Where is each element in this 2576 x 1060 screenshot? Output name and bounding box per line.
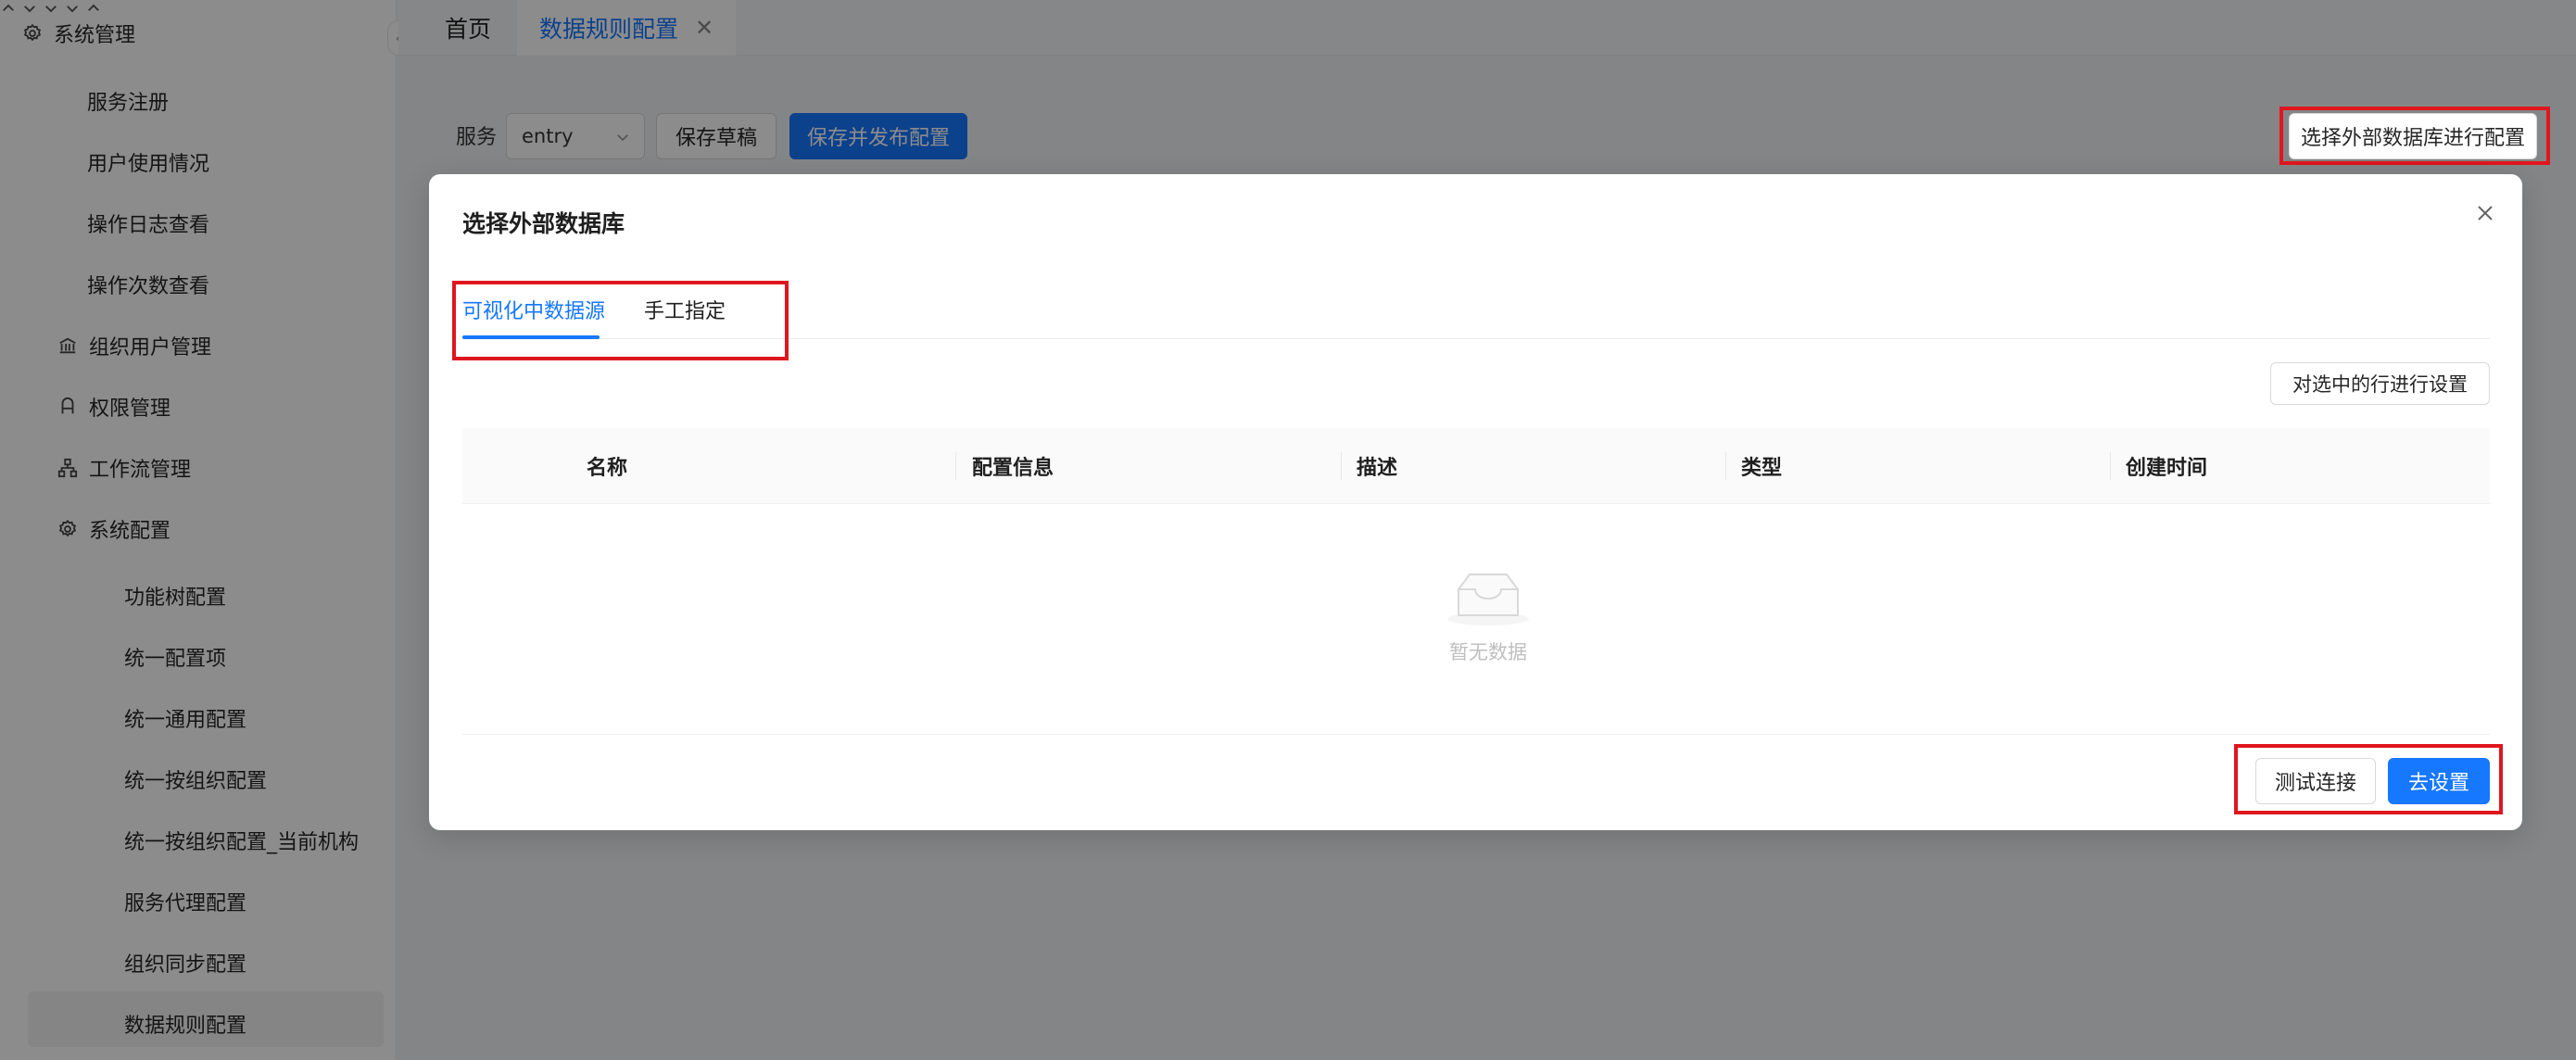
column-header-name[interactable]: 名称 [587, 428, 627, 504]
button-label: 选择外部数据库进行配置 [2300, 127, 2525, 150]
empty-state: 暂无数据 [1428, 567, 1548, 665]
button-label: 去设置 [2407, 772, 2469, 795]
column-divider [2110, 452, 2111, 480]
go-setting-button[interactable]: 去设置 [2388, 758, 2490, 804]
column-header-created-time[interactable]: 创建时间 [2126, 428, 2207, 504]
highlight-box-tabs [452, 281, 789, 360]
close-icon[interactable] [2474, 202, 2496, 224]
button-label: 测试连接 [2274, 772, 2356, 795]
column-divider [955, 452, 956, 480]
column-header-description[interactable]: 描述 [1357, 428, 1397, 504]
column-header-type[interactable]: 类型 [1741, 428, 1782, 504]
footer-divider [462, 734, 2490, 735]
select-external-db-modal: 选择外部数据库 可视化中数据源 手工指定 对选中的行进行设置 名称 配置信息 描… [429, 174, 2522, 830]
column-divider [1341, 452, 1342, 480]
inbox-empty-icon [1444, 574, 1533, 630]
table-header: 名称 配置信息 描述 类型 创建时间 [462, 428, 2490, 504]
column-divider [1725, 452, 1726, 480]
column-header-config[interactable]: 配置信息 [972, 428, 1054, 504]
modal-title: 选择外部数据库 [462, 210, 625, 237]
test-connection-button[interactable]: 测试连接 [2255, 758, 2376, 804]
row-setting-button[interactable]: 对选中的行进行设置 [2270, 362, 2490, 405]
button-label: 对选中的行进行设置 [2292, 373, 2468, 396]
select-external-db-button-highlighted[interactable]: 选择外部数据库进行配置 [2289, 113, 2537, 159]
empty-text: 暂无数据 [1449, 641, 1527, 663]
